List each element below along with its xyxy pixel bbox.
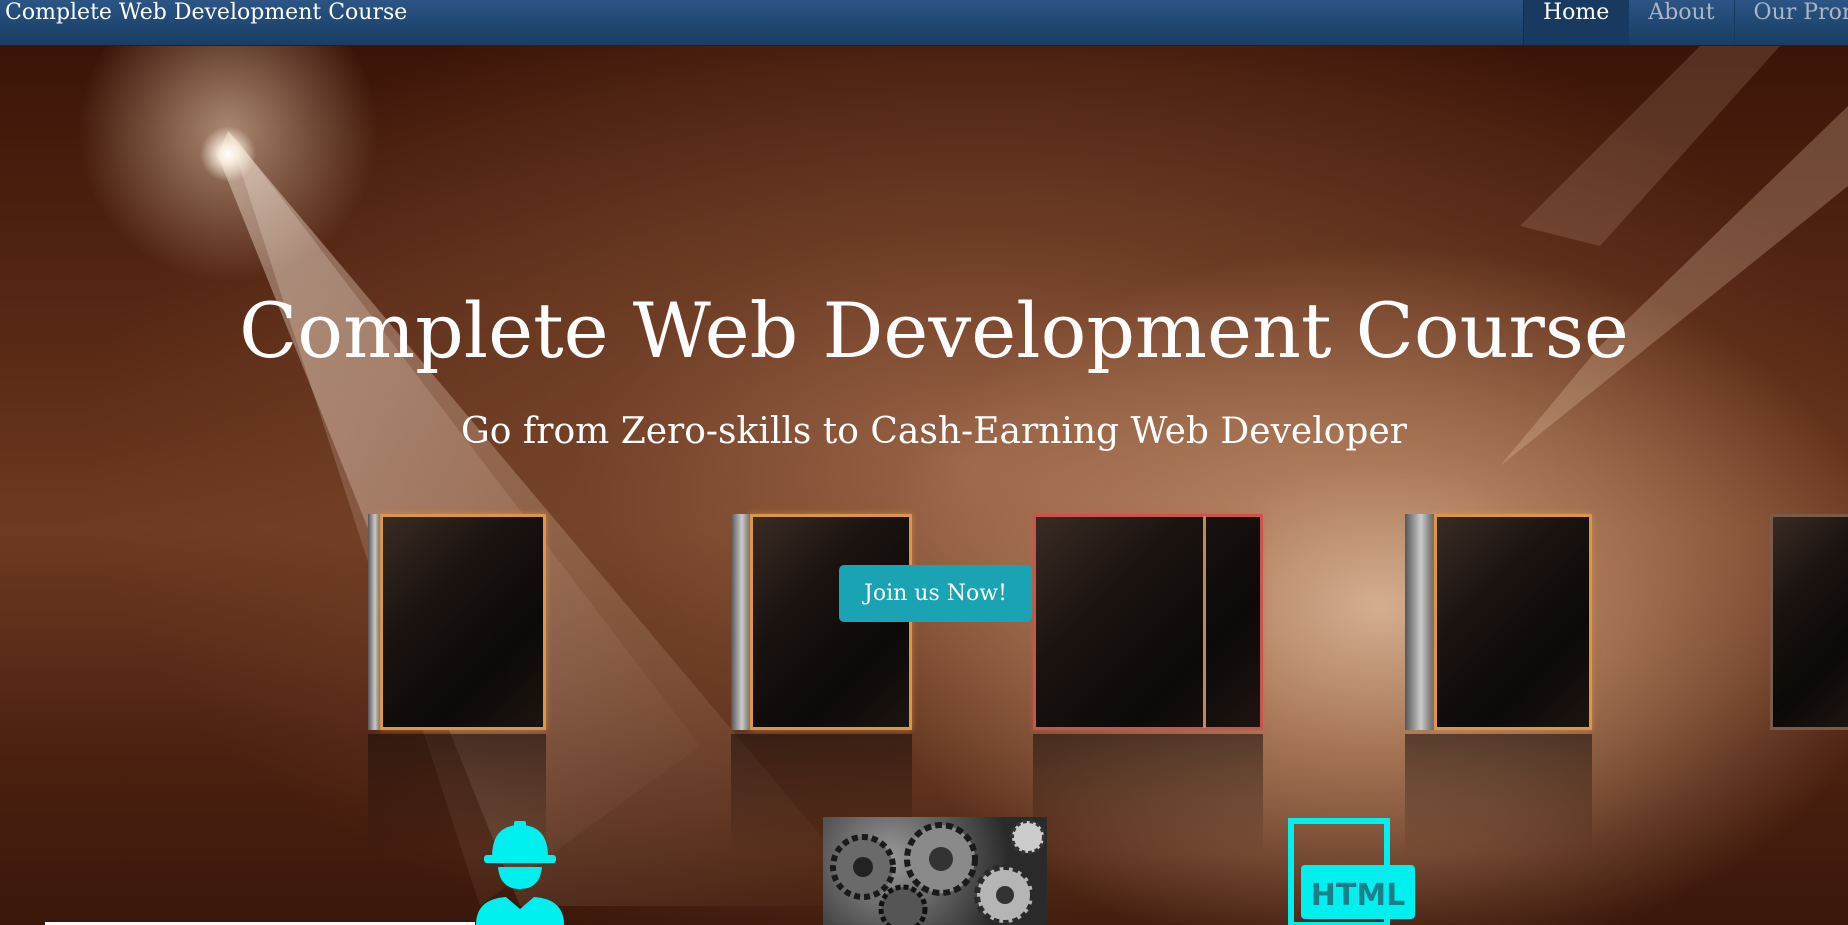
html-icon-label: HTML (1311, 878, 1406, 913)
door-panel-5 (1770, 514, 1848, 730)
nav-links: Home About Our Promise (1523, 0, 1848, 45)
join-us-button[interactable]: Join us Now! (839, 565, 1032, 622)
door-panel-4 (1434, 514, 1592, 730)
door-frame-4 (1405, 514, 1437, 730)
door-panel-2 (750, 514, 912, 730)
door-panel-1 (380, 514, 546, 730)
nav-link-about[interactable]: About (1628, 0, 1733, 45)
nav-link-our-promise[interactable]: Our Promise (1733, 0, 1848, 45)
html-icon: HTML (1288, 818, 1415, 925)
door-divider-3 (1203, 516, 1206, 728)
door-reflection-3 (1033, 734, 1263, 854)
hero-title: Complete Web Development Course (239, 286, 1629, 375)
hero-section: Complete Web Development Course Go from … (0, 46, 1848, 925)
spotlight-lamp (200, 126, 256, 182)
navbar-brand[interactable]: Complete Web Development Course (5, 0, 407, 26)
top-navbar: Complete Web Development Course Home Abo… (0, 0, 1848, 46)
worker-helmet-icon (476, 821, 564, 925)
hero-subtitle: Go from Zero-skills to Cash-Earning Web … (461, 411, 1407, 452)
door-panel-3 (1033, 514, 1263, 730)
door-reflection-4 (1405, 734, 1592, 854)
gears-image (823, 817, 1047, 925)
nav-link-home[interactable]: Home (1523, 0, 1629, 45)
